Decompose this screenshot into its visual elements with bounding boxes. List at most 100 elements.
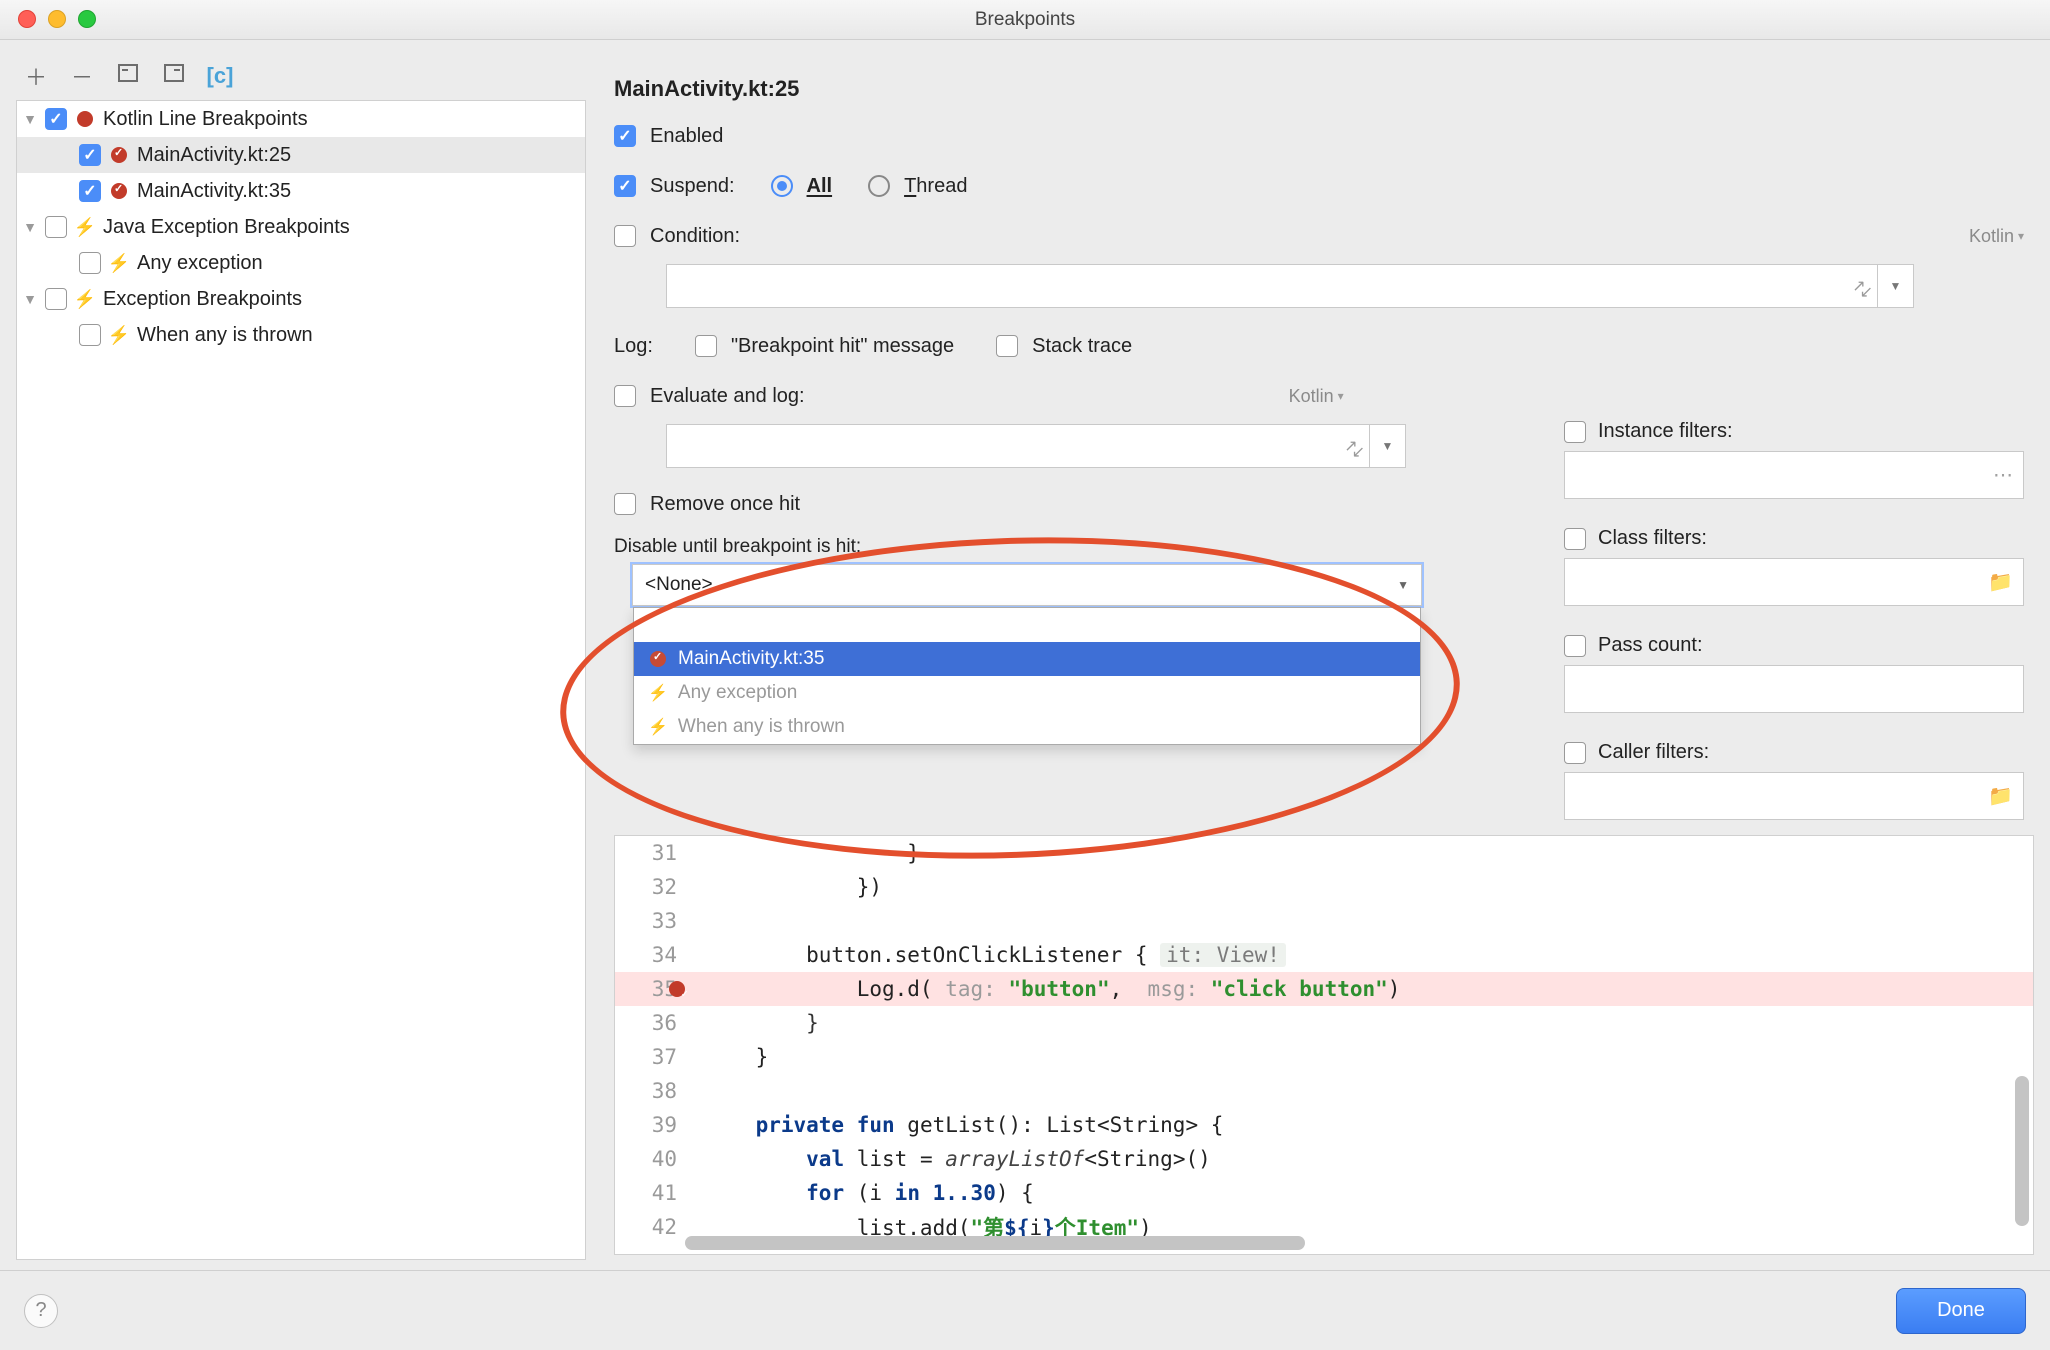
gutter[interactable]: 34	[615, 938, 687, 972]
gutter[interactable]: 41	[615, 1176, 687, 1210]
tree-group[interactable]: ⚡Exception Breakpoints	[17, 281, 585, 317]
code-line[interactable]: 35 Log.d( tag: "button", msg: "click but…	[615, 972, 2033, 1006]
log-bp-hit-label: "Breakpoint hit" message	[731, 335, 954, 358]
gutter[interactable]: 31	[615, 836, 687, 870]
group-checkbox[interactable]	[45, 288, 67, 310]
condition-checkbox[interactable]	[614, 225, 636, 247]
disable-until-option[interactable]: MainActivity.kt:35	[634, 642, 1420, 676]
class-filters-checkbox[interactable]	[1564, 528, 1586, 550]
evaluate-log-field[interactable]	[666, 424, 1406, 468]
tree-item[interactable]: MainActivity.kt:35	[17, 173, 585, 209]
disable-until-option[interactable]	[634, 608, 1420, 642]
pass-count-checkbox[interactable]	[1564, 635, 1586, 657]
tree-item-label: MainActivity.kt:25	[137, 144, 291, 167]
expand-icon[interactable]	[1344, 436, 1363, 456]
gutter[interactable]: 33	[615, 904, 687, 938]
tree-group[interactable]: Kotlin Line Breakpoints	[17, 101, 585, 137]
code-line[interactable]: 33	[615, 904, 2033, 938]
code-line[interactable]: 31 }	[615, 836, 2033, 870]
code-line[interactable]: 32 })	[615, 870, 2033, 904]
item-checkbox[interactable]	[79, 252, 101, 274]
disable-until-combo[interactable]: <None> MainActivity.kt:35⚡Any exception⚡…	[632, 564, 1422, 606]
code-preview[interactable]: 31 }32 })3334 button.setOnClickListener …	[614, 835, 2034, 1255]
code-line[interactable]: 38	[615, 1074, 2033, 1108]
help-button[interactable]: ?	[24, 1294, 58, 1328]
log-stack-label: Stack trace	[1032, 335, 1132, 358]
disclosure-triangle-icon[interactable]	[23, 291, 37, 307]
more-icon[interactable]: ⋯	[1993, 463, 2013, 488]
gutter[interactable]: 35	[615, 972, 687, 1006]
bolt-icon: ⚡	[648, 683, 668, 703]
vertical-scrollbar[interactable]	[2015, 1076, 2029, 1226]
expand-icon[interactable]	[1852, 276, 1871, 296]
gutter[interactable]: 38	[615, 1074, 687, 1108]
gutter[interactable]: 42	[615, 1210, 687, 1244]
minimize-window-button[interactable]	[48, 10, 66, 28]
zoom-window-button[interactable]	[78, 10, 96, 28]
gutter[interactable]: 40	[615, 1142, 687, 1176]
disclosure-triangle-icon[interactable]	[23, 111, 37, 127]
option-label: When any is thrown	[678, 716, 845, 738]
code-line[interactable]: 41 for (i in 1..30) {	[615, 1176, 2033, 1210]
log-bp-hit-checkbox[interactable]	[695, 335, 717, 357]
evaluate-log-checkbox[interactable]	[614, 385, 636, 407]
suspend-label: Suspend:	[650, 175, 735, 198]
caller-filters-field[interactable]: 📁	[1564, 772, 2024, 820]
gutter[interactable]: 32	[615, 870, 687, 904]
suspend-thread-label[interactable]: Thread	[904, 175, 967, 198]
remove-breakpoint-button[interactable]: －	[68, 60, 96, 92]
disclosure-triangle-icon[interactable]	[23, 219, 37, 235]
pass-count-field[interactable]	[1564, 665, 2024, 713]
folder-icon[interactable]: 📁	[1988, 784, 2013, 809]
add-breakpoint-button[interactable]: ＋	[22, 60, 50, 92]
code-line[interactable]: 40 val list = arrayListOf<String>()	[615, 1142, 2033, 1176]
gutter[interactable]: 37	[615, 1040, 687, 1074]
toolbar-group-by-icon[interactable]	[114, 62, 142, 90]
item-checkbox[interactable]	[79, 324, 101, 346]
gutter[interactable]: 36	[615, 1006, 687, 1040]
code-line[interactable]: 37 }	[615, 1040, 2033, 1074]
enabled-checkbox[interactable]	[614, 125, 636, 147]
evaluate-language-chip[interactable]: Kotlin	[1289, 386, 1344, 407]
suspend-checkbox[interactable]	[614, 175, 636, 197]
instance-filters-field[interactable]: ⋯	[1564, 451, 2024, 499]
toolbar-view-options-icon[interactable]	[160, 62, 188, 90]
condition-field[interactable]	[666, 264, 1914, 308]
suspend-all-label[interactable]: All	[807, 175, 833, 198]
class-filters-field[interactable]: 📁	[1564, 558, 2024, 606]
dropdown-icon[interactable]	[1877, 265, 1913, 307]
tree-item-label: MainActivity.kt:35	[137, 180, 291, 203]
toolbar-preview-icon[interactable]: [c]	[206, 63, 234, 89]
item-checkbox[interactable]	[79, 180, 101, 202]
group-checkbox[interactable]	[45, 108, 67, 130]
item-checkbox[interactable]	[79, 144, 101, 166]
done-button[interactable]: Done	[1896, 1288, 2026, 1334]
dropdown-icon[interactable]	[1369, 425, 1405, 467]
folder-icon[interactable]: 📁	[1988, 570, 2013, 595]
condition-language-chip[interactable]: Kotlin	[1969, 226, 2024, 247]
gutter[interactable]: 39	[615, 1108, 687, 1142]
tree-item[interactable]: MainActivity.kt:25	[17, 137, 585, 173]
tree-group-label: Java Exception Breakpoints	[103, 216, 350, 239]
remove-once-hit-checkbox[interactable]	[614, 493, 636, 515]
horizontal-scrollbar[interactable]	[685, 1236, 1305, 1250]
tree-group[interactable]: ⚡Java Exception Breakpoints	[17, 209, 585, 245]
suspend-all-radio[interactable]	[771, 175, 793, 197]
breakpoint-gutter-icon[interactable]	[669, 981, 685, 997]
instance-filters-checkbox[interactable]	[1564, 421, 1586, 443]
suspend-thread-radio[interactable]	[868, 175, 890, 197]
breakpoints-tree[interactable]: Kotlin Line Breakpoints MainActivity.kt:2…	[16, 100, 586, 1260]
tree-group-label: Exception Breakpoints	[103, 288, 302, 311]
tree-item[interactable]: ⚡Any exception	[17, 245, 585, 281]
breakpoint-title: MainActivity.kt:25	[614, 76, 2024, 102]
code-line[interactable]: 39 private fun getList(): List<String> {	[615, 1108, 2033, 1142]
log-stack-checkbox[interactable]	[996, 335, 1018, 357]
caller-filters-checkbox[interactable]	[1564, 742, 1586, 764]
close-window-button[interactable]	[18, 10, 36, 28]
code-line[interactable]: 36 }	[615, 1006, 2033, 1040]
code-line[interactable]: 34 button.setOnClickListener { it: View!	[615, 938, 2033, 972]
breakpoint-dot-icon	[75, 109, 95, 129]
breakpoint-dot-icon	[109, 181, 129, 201]
group-checkbox[interactable]	[45, 216, 67, 238]
tree-item[interactable]: ⚡When any is thrown	[17, 317, 585, 353]
